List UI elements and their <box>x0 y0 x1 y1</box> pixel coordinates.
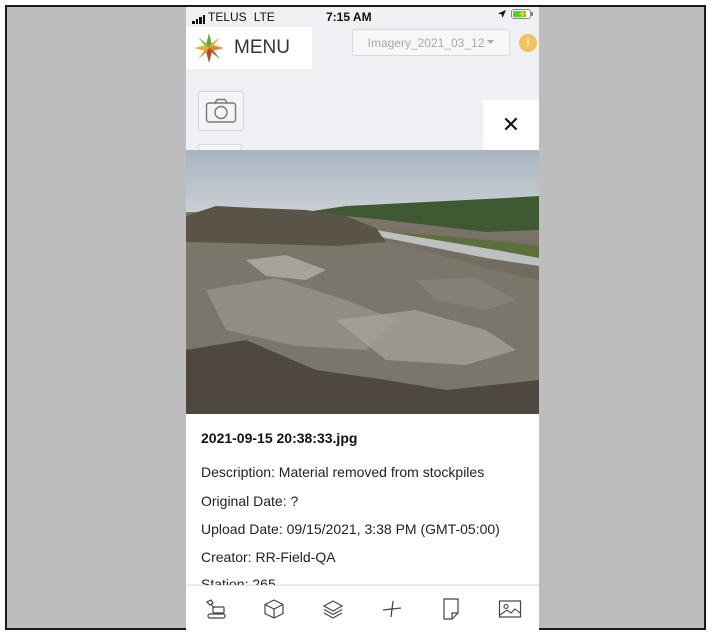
photo-description: Description: Material removed from stock… <box>201 464 485 480</box>
photo-details-panel: 2021-09-15 20:38:33.jpg Description: Mat… <box>186 414 539 592</box>
carrier-label: TELUS <box>208 10 247 24</box>
status-bar: TELUS LTE 7:15 AM ⚡ <box>186 7 539 27</box>
site-photo <box>186 150 539 414</box>
menu-button[interactable]: MENU <box>186 27 312 69</box>
layers-icon <box>322 599 344 619</box>
close-button[interactable]: ✕ <box>483 100 539 150</box>
bottom-tab-bar <box>186 585 539 630</box>
cube-icon <box>264 598 284 619</box>
imagery-dropdown[interactable]: Imagery_2021_03_12 <box>352 29 510 56</box>
tab-equipment[interactable] <box>197 591 233 627</box>
battery-icon: ⚡ <box>511 9 531 19</box>
photo-original-date: Original Date: ? <box>201 493 299 509</box>
close-icon: ✕ <box>501 112 521 137</box>
caret-down-icon <box>487 40 495 44</box>
menu-label: MENU <box>234 37 290 58</box>
signal-icon <box>192 15 205 24</box>
alert-badge[interactable]: ! <box>519 34 537 52</box>
note-icon <box>443 597 459 620</box>
image-icon <box>498 599 521 618</box>
tab-layers[interactable] <box>315 591 351 627</box>
photo-upload-date: Upload Date: 09/15/2021, 3:38 PM (GMT-05… <box>201 521 500 537</box>
photo-filename: 2021-09-15 20:38:33.jpg <box>201 430 358 446</box>
photo-creator: Creator: RR-Field-QA <box>201 549 336 565</box>
network-label: LTE <box>253 10 275 24</box>
imagery-dropdown-value: Imagery_2021_03_12 <box>367 35 485 50</box>
camera-icon <box>205 98 237 123</box>
phone-screen: TELUS LTE 7:15 AM ⚡ MENU Imagery_2021_03… <box>186 7 539 630</box>
location-arrow-icon <box>498 10 506 18</box>
tab-imagery[interactable] <box>492 591 528 627</box>
clock: 7:15 AM <box>326 10 372 24</box>
alert-badge-symbol: ! <box>526 37 530 49</box>
measure-icon <box>382 600 401 617</box>
tab-3d-model[interactable] <box>256 591 292 627</box>
app-logo-icon <box>194 33 224 63</box>
camera-button[interactable] <box>198 91 244 131</box>
excavator-icon <box>206 598 227 619</box>
tab-notes[interactable] <box>433 591 469 627</box>
tab-measure[interactable] <box>374 591 410 627</box>
